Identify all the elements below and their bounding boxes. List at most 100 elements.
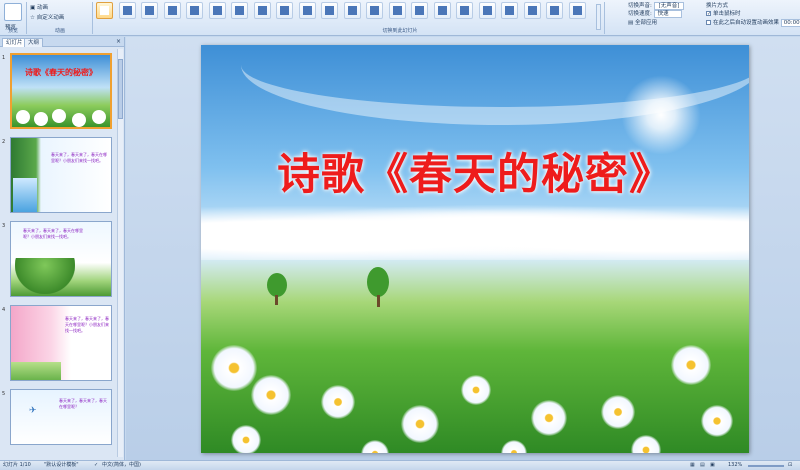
checkbox-icon [706, 20, 711, 25]
transition-effect-button[interactable] [208, 2, 226, 19]
flower-icon [501, 440, 527, 453]
speed-row[interactable]: 切换速度: 快速 [628, 9, 682, 18]
thumb-number: 2 [2, 139, 6, 145]
tree-icon [367, 267, 389, 297]
slide-thumb-5[interactable]: ✈ 春天来了，春天来了，春天在哪里呢？ [10, 389, 112, 445]
transition-effect-button[interactable] [388, 2, 406, 19]
transition-effect-button[interactable] [456, 2, 473, 19]
transition-effect-icon [280, 6, 289, 15]
transition-effect-button[interactable] [523, 2, 541, 19]
thumb-number: 5 [2, 391, 6, 397]
transition-effect-button[interactable] [163, 2, 181, 19]
panel-tabs: 幻灯片 大纲 × [0, 37, 124, 47]
clouds [201, 200, 749, 260]
flower-icon [321, 385, 355, 419]
thumb-number: 4 [2, 307, 6, 313]
divider [26, 2, 27, 34]
tab-slides[interactable]: 幻灯片 [2, 38, 27, 47]
after-time-input[interactable]: 00:00 [780, 19, 800, 27]
advance-label: 换片方式 [706, 3, 729, 9]
flower-icon [531, 400, 567, 436]
scroll-thumb[interactable] [118, 59, 123, 119]
custom-anim-icon: ☆ [30, 15, 37, 21]
willow-decoration [15, 258, 75, 294]
anim-scheme-dropdown[interactable]: ▣ 动画 [30, 3, 48, 11]
tree-icon [267, 273, 287, 297]
flower-decoration [16, 110, 30, 124]
transition-effect-button[interactable] [276, 2, 293, 19]
slide-thumb-4[interactable]: 春天来了，春天来了，春天在哪里呢？小朋友们来找一找吧。 [10, 305, 112, 381]
transition-effect-button[interactable] [298, 2, 316, 19]
sorter-view-icon[interactable]: ▤ [700, 461, 705, 470]
transition-effect-button[interactable] [546, 2, 563, 19]
zoom-slider[interactable] [748, 465, 784, 467]
slide[interactable]: 诗歌《春天的秘密》 [201, 45, 749, 453]
transition-group-label: 切换到此幻灯片 [382, 28, 418, 34]
transition-effect-button[interactable] [343, 2, 361, 19]
apply-all-button[interactable]: ▤ 全部应用 [628, 18, 657, 26]
close-panel-icon[interactable]: × [116, 38, 121, 45]
thumb-scrollbar[interactable] [117, 49, 123, 457]
sound-row[interactable]: 切换声音: [无声音] [628, 1, 685, 10]
slide-thumb-2[interactable]: 春天来了，春天来了，春天在哪里呢？小朋友们来找一找吧。 [10, 137, 112, 213]
preview-button[interactable] [4, 3, 22, 21]
slide-canvas: 诗歌《春天的秘密》 [126, 37, 800, 460]
transition-effect-icon [572, 6, 582, 15]
transition-effect-button[interactable] [366, 2, 383, 19]
divider [604, 2, 605, 34]
flower-icon [461, 375, 491, 405]
flower-icon [401, 405, 439, 443]
transition-effect-button[interactable] [186, 2, 203, 19]
thumb-title: 诗歌《春天的秘密》 [25, 68, 97, 77]
path-decoration [11, 362, 61, 380]
transition-effect-icon [212, 6, 222, 15]
transition-effect-icon [145, 6, 154, 15]
transition-effect-button[interactable] [141, 2, 158, 19]
transition-effect-button[interactable] [501, 2, 518, 19]
thumb-text: 春天来了，春天来了，春天在哪里呢？小朋友们来找一找吧。 [23, 228, 83, 239]
transition-effect-icon [415, 6, 424, 15]
transition-effect-icon [122, 6, 132, 15]
transition-effect-icon [167, 6, 177, 15]
status-bar: 幻灯片 1/10 "默认设计模板" ✓ 中文(简体，中国) ▦ ▤ ▣ 132%… [0, 460, 800, 470]
slide-title[interactable]: 诗歌《春天的秘密》 [201, 140, 749, 202]
flower-icon [701, 405, 733, 437]
transition-effect-icon [527, 6, 537, 15]
transition-effect-button[interactable] [253, 2, 271, 19]
divider [92, 2, 93, 34]
transition-effect-icon [190, 6, 199, 15]
normal-view-icon[interactable]: ▦ [690, 461, 695, 470]
after-time-checkbox[interactable]: 在此之后自动设置动画效果 00:00 [706, 18, 800, 27]
ribbon: 预览 预览 ▣ 动画 ☆ 自定义动画 动画 切换到此幻灯片 切换声音: [无声音… [0, 0, 800, 36]
tab-outline[interactable]: 大纲 [24, 38, 44, 47]
fit-window-icon[interactable]: ⊡ [788, 461, 792, 470]
slides-panel: 幻灯片 大纲 × 1 诗歌《春天的秘密》 2 春天来了，春天来了，春天在哪里呢？… [0, 37, 125, 460]
transition-effect-button[interactable] [411, 2, 428, 19]
on-click-checkbox[interactable]: ✓ 单击鼠标时 [706, 9, 741, 17]
thumb-number: 1 [2, 55, 6, 61]
transition-effect-button[interactable] [433, 2, 451, 19]
transition-effect-button[interactable] [321, 2, 338, 19]
gallery-scroll[interactable] [596, 4, 601, 30]
transition-effect-button[interactable] [478, 2, 496, 19]
tree-trunk [377, 295, 380, 307]
proofing-icon[interactable]: ✓ [94, 461, 98, 470]
speed-select[interactable]: 快速 [653, 10, 682, 18]
custom-animation-button[interactable]: ☆ 自定义动画 [30, 13, 64, 21]
transition-effect-icon [302, 6, 312, 15]
slide-thumb-1[interactable]: 诗歌《春天的秘密》 [10, 53, 112, 129]
flower-icon [601, 395, 635, 429]
transition-effect-icon [325, 6, 334, 15]
transition-effect-button[interactable] [568, 2, 586, 19]
flower-icon [361, 440, 389, 453]
flower-icon [671, 345, 711, 385]
thumb-number: 3 [2, 223, 6, 229]
transition-effect-button[interactable] [96, 2, 113, 19]
transition-effect-button[interactable] [231, 2, 248, 19]
checkmark-icon: ✓ [706, 11, 712, 17]
zoom-level: 132% [728, 462, 743, 468]
slideshow-icon[interactable]: ▣ [710, 461, 715, 470]
slide-thumb-3[interactable]: 春天来了，春天来了，春天在哪里呢？小朋友们来找一找吧。 [10, 221, 112, 297]
transition-effect-button[interactable] [118, 2, 136, 19]
transition-effect-icon [505, 6, 514, 15]
